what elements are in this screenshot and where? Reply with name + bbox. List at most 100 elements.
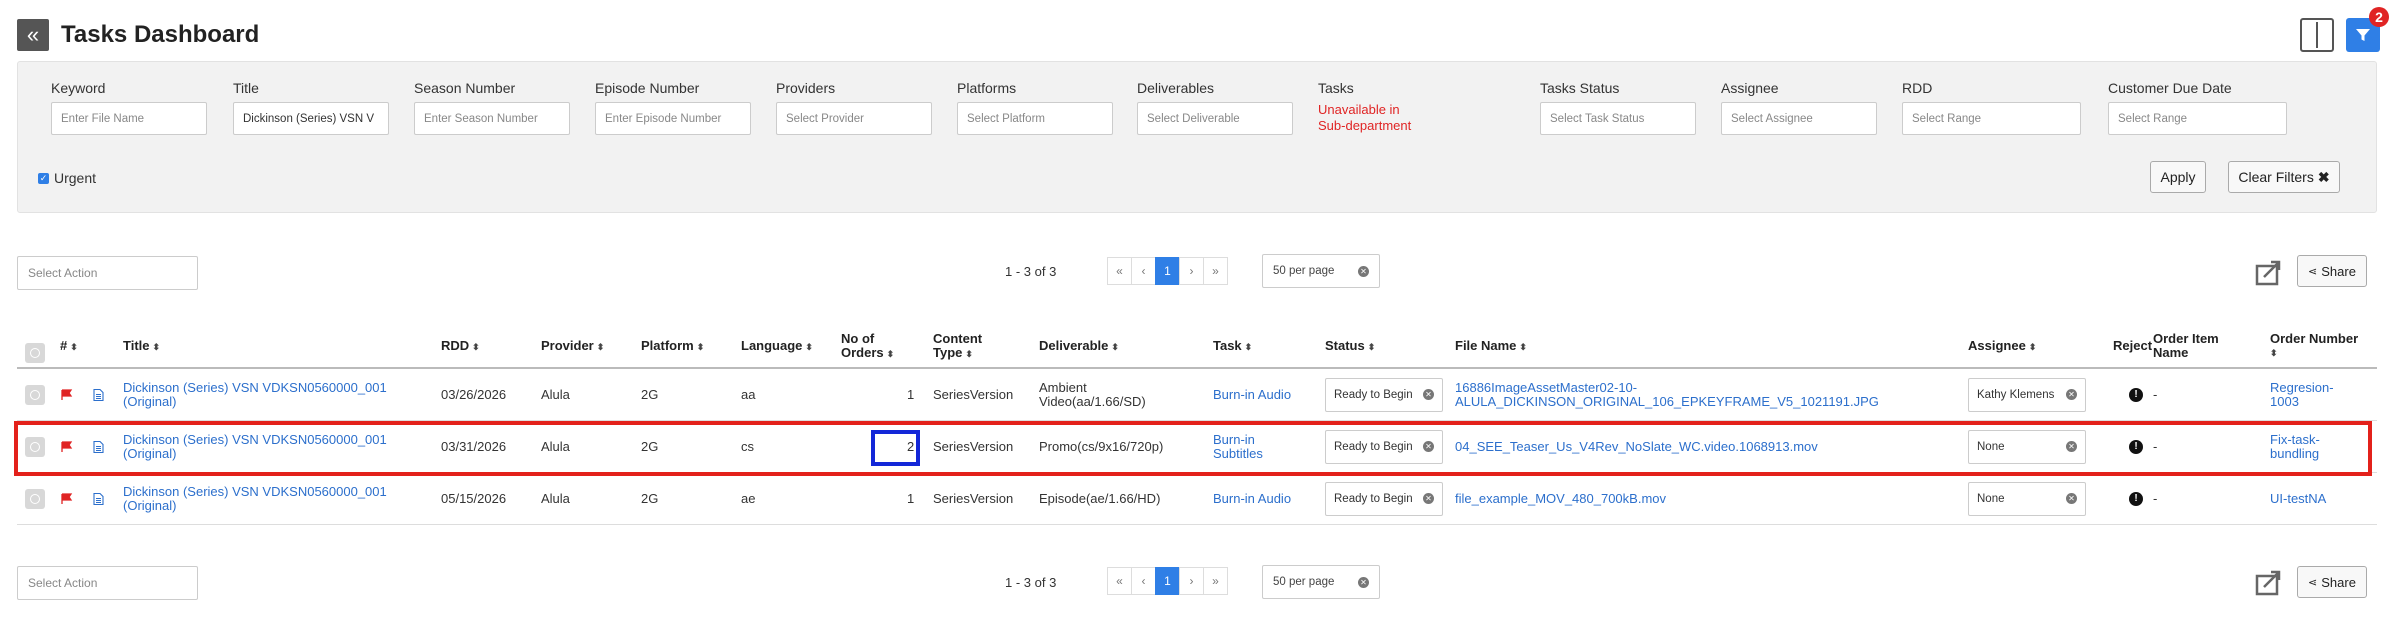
file-name-link[interactable]: 16886ImageAssetMaster02-10- ALULA_DICKINS… xyxy=(1455,380,1879,409)
share-button-top[interactable]: ⋖ Share xyxy=(2297,255,2367,287)
assignee-select[interactable]: None ✕ xyxy=(1968,481,2086,516)
sort-icon: ⬍ xyxy=(2270,348,2278,358)
export-csv-icon[interactable] xyxy=(2254,257,2284,287)
assignee-select[interactable]: Kathy Klemens ✕ xyxy=(1968,377,2086,412)
col-task[interactable]: Task ⬍ xyxy=(1213,339,1252,354)
season-input[interactable]: Enter Season Number xyxy=(414,102,570,135)
export-csv-icon[interactable] xyxy=(2254,567,2284,597)
col-order-item-label-1: Order Item xyxy=(2153,331,2219,346)
col-order-number[interactable]: Order Number ⬍ xyxy=(2270,332,2358,360)
col-num[interactable]: # ⬍ xyxy=(60,339,78,354)
title-input[interactable]: Dickinson (Series) VSN V xyxy=(233,102,389,135)
row-checkbox[interactable] xyxy=(25,384,45,405)
col-title[interactable]: Title ⬍ xyxy=(123,339,160,354)
per-page-select-bottom[interactable]: 50 per page ✕ xyxy=(1262,565,1380,599)
task-link[interactable]: Burn-in Audio xyxy=(1213,387,1291,402)
task-link[interactable]: Burn-in Audio xyxy=(1213,491,1291,506)
page-1-button[interactable]: 1 xyxy=(1155,257,1180,285)
next-page-button[interactable]: › xyxy=(1179,257,1204,285)
providers-label: Providers xyxy=(776,80,836,96)
platforms-select[interactable]: Select Platform xyxy=(957,102,1113,135)
col-content-type[interactable]: Content Type ⬍ xyxy=(933,332,982,361)
file-name-link[interactable]: file_example_MOV_480_700kB.mov xyxy=(1455,491,1666,506)
tasks-status-select[interactable]: Select Task Status xyxy=(1540,102,1696,135)
order-number-link[interactable]: Regresion- 1003 xyxy=(2270,380,2334,409)
deliverables-select[interactable]: Select Deliverable xyxy=(1137,102,1293,135)
reject-info-icon[interactable]: ! xyxy=(2129,387,2143,402)
episode-input[interactable]: Enter Episode Number xyxy=(595,102,751,135)
assignee-select[interactable]: Select Assignee xyxy=(1721,102,1877,135)
sort-icon: ⬍ xyxy=(152,342,161,352)
urgent-flag-icon xyxy=(61,492,73,504)
sort-icon: ⬍ xyxy=(1244,342,1253,352)
tasks-unavailable-line2: Sub-department xyxy=(1318,118,1412,133)
clear-icon[interactable]: ✕ xyxy=(1423,389,1434,400)
order-number-link[interactable]: UI-testNA xyxy=(2270,491,2326,506)
col-deliverable[interactable]: Deliverable ⬍ xyxy=(1039,339,1119,354)
column-layout-button[interactable] xyxy=(2300,18,2334,52)
assignee-value: Kathy Klemens xyxy=(1977,388,2055,401)
col-assignee[interactable]: Assignee ⬍ xyxy=(1968,339,2036,354)
reject-info-icon[interactable]: ! xyxy=(2129,491,2143,506)
row-checkbox[interactable] xyxy=(25,488,45,509)
col-orders[interactable]: No of Orders ⬍ xyxy=(841,332,894,361)
status-select[interactable]: Ready to Begin ✕ xyxy=(1325,377,1443,412)
clear-icon[interactable]: ✕ xyxy=(1423,493,1434,504)
first-page-button[interactable]: « xyxy=(1107,567,1132,595)
status-value: Ready to Begin xyxy=(1334,492,1413,505)
season-label: Season Number xyxy=(414,80,516,96)
col-content-type-label-1: Content xyxy=(933,331,983,346)
next-page-button[interactable]: › xyxy=(1179,567,1204,595)
rdd-range-select[interactable]: Select Range xyxy=(1902,102,2081,135)
clear-icon[interactable]: ✕ xyxy=(2066,493,2077,504)
col-rdd-label: RDD xyxy=(441,338,470,353)
apply-button[interactable]: Apply xyxy=(2150,161,2206,193)
clear-icon[interactable]: ✕ xyxy=(1358,576,1369,588)
col-order-number-label: Order Number xyxy=(2270,331,2359,346)
assignee-value: None xyxy=(1977,492,2005,505)
title-link[interactable]: Dickinson (Series) VSN VDKSN0560000_001(… xyxy=(123,484,387,513)
select-action-top[interactable]: Select Action xyxy=(17,256,198,290)
customer-due-range-select[interactable]: Select Range xyxy=(2108,102,2287,135)
col-file-name[interactable]: File Name ⬍ xyxy=(1455,339,1527,354)
clear-filters-button[interactable]: Clear Filters ✖ xyxy=(2228,161,2340,193)
document-icon[interactable] xyxy=(93,388,104,401)
status-select[interactable]: Ready to Begin ✕ xyxy=(1325,481,1443,516)
page-1-button[interactable]: 1 xyxy=(1155,567,1180,595)
providers-select[interactable]: Select Provider xyxy=(776,102,932,135)
title-link[interactable]: Dickinson (Series) VSN VDKSN0560000_001(… xyxy=(123,380,387,409)
col-orders-label-2: Orders xyxy=(841,345,884,360)
keyword-input[interactable]: Enter File Name xyxy=(51,102,207,135)
col-platform-label: Platform xyxy=(641,338,694,353)
clear-icon[interactable]: ✕ xyxy=(1358,265,1369,277)
per-page-value: 50 per page xyxy=(1273,265,1335,277)
share-button-bottom[interactable]: ⋖ Share xyxy=(2297,566,2367,598)
clear-icon[interactable]: ✕ xyxy=(2066,389,2077,400)
col-provider[interactable]: Provider ⬍ xyxy=(541,339,604,354)
document-icon[interactable] xyxy=(93,492,104,505)
select-action-bottom[interactable]: Select Action xyxy=(17,566,198,600)
col-status[interactable]: Status ⬍ xyxy=(1325,339,1375,354)
urgent-checkbox[interactable]: ✓ Urgent xyxy=(38,170,96,186)
filter-toggle-button[interactable]: 2 xyxy=(2346,7,2389,52)
prev-page-button[interactable]: ‹ xyxy=(1131,567,1156,595)
col-language[interactable]: Language ⬍ xyxy=(741,339,813,354)
order-item-cell: - xyxy=(2153,490,2158,506)
last-page-button[interactable]: » xyxy=(1203,257,1228,285)
last-page-button[interactable]: » xyxy=(1203,567,1228,595)
col-rdd[interactable]: RDD ⬍ xyxy=(441,339,480,354)
title-filter: Title Dickinson (Series) VSN V xyxy=(233,80,389,135)
per-page-select-top[interactable]: 50 per page ✕ xyxy=(1262,254,1380,288)
col-provider-label: Provider xyxy=(541,338,594,353)
sort-icon: ⬍ xyxy=(596,342,605,352)
select-all-checkbox[interactable] xyxy=(25,343,45,363)
assignee-label: Assignee xyxy=(1721,80,1779,96)
season-filter: Season Number Enter Season Number xyxy=(414,80,570,135)
first-page-button[interactable]: « xyxy=(1107,257,1132,285)
col-platform[interactable]: Platform ⬍ xyxy=(641,339,704,354)
prev-page-button[interactable]: ‹ xyxy=(1131,257,1156,285)
language-cell: aa xyxy=(741,386,756,402)
header-actions: 2 xyxy=(2300,7,2389,52)
collapse-sidebar-button[interactable]: « xyxy=(17,19,49,51)
deliverables-label: Deliverables xyxy=(1137,80,1215,96)
